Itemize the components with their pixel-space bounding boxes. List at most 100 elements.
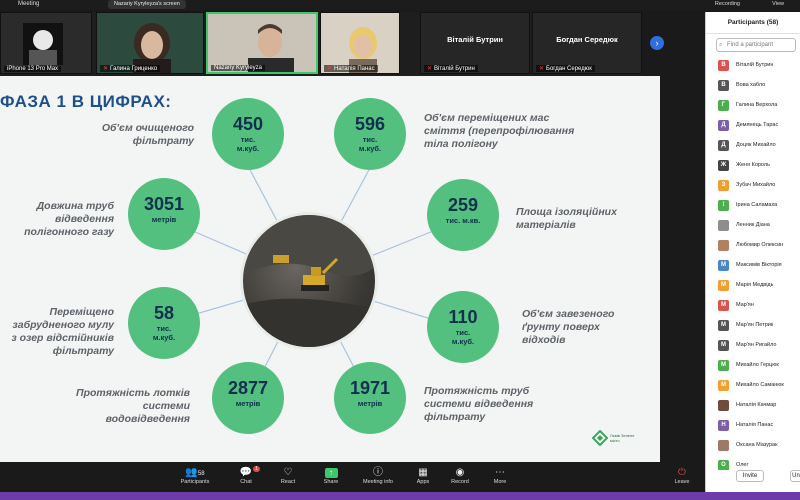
stat-label: Переміщено забрудненого мулу з озер відс… xyxy=(11,306,114,357)
muted-icon: ✕ xyxy=(427,66,433,72)
chat-label: Chat xyxy=(240,479,252,485)
stat-bubble: 450 тис. м.куб. xyxy=(212,98,284,170)
participant-list: В Віталій Бутрин В Вова хабло Г Галина Верхол… xyxy=(706,56,800,476)
participant-row[interactable]: М Марія Медвідь xyxy=(706,276,800,296)
participant-row[interactable]: Ленник Діана xyxy=(706,216,800,236)
participant-row[interactable]: М Михайло Саманюк xyxy=(706,376,800,396)
stat-value: 450 xyxy=(232,114,264,134)
record-icon: ◉ xyxy=(455,467,465,478)
participant-name: Віталій Бутрин xyxy=(736,62,774,68)
participant-name: iPhone 13 Pro Max xyxy=(4,66,62,72)
participant-row[interactable]: Д Доцяк Михайло xyxy=(706,136,800,156)
avatar: З xyxy=(718,180,729,191)
apps-icon: ▦ xyxy=(418,467,428,478)
participants-count: 58 xyxy=(197,471,205,477)
view-button[interactable]: View xyxy=(772,1,784,7)
participant-row[interactable]: Любомир Олексин xyxy=(706,236,800,256)
stat-value: 58 xyxy=(153,303,175,323)
participant-name: Доцяк Михайло xyxy=(736,142,776,148)
participant-row[interactable]: Ж Женя Король xyxy=(706,156,800,176)
participant-name: Мар'ян Петрик xyxy=(736,322,774,328)
avatar: М xyxy=(718,320,729,331)
participant-row[interactable]: Г Галина Верхола xyxy=(706,96,800,116)
stat-value: 3051 xyxy=(143,194,185,214)
video-tile[interactable]: ✕ Наталія Панас xyxy=(320,12,400,74)
participant-row[interactable]: Оксана Мазурак xyxy=(706,436,800,456)
more-icon: ⋯ xyxy=(495,467,505,478)
participant-row[interactable]: М Мар'ян Ригайло xyxy=(706,336,800,356)
participant-name: Nazariy Kyryleyza xyxy=(211,65,266,71)
avatar xyxy=(718,400,729,411)
record-button[interactable]: ◉ Record xyxy=(446,466,474,485)
logo-text: Львів Зелене місто xyxy=(610,433,635,443)
meeting-info-button[interactable]: ⓘ Meeting info xyxy=(358,466,398,485)
participant-row[interactable]: В Віталій Бутрин xyxy=(706,56,800,76)
participant-name: Максимів Вікторія xyxy=(736,262,782,268)
participants-button[interactable]: 👥58 Participants xyxy=(178,466,212,485)
leave-label: Leave xyxy=(674,479,690,485)
participant-row[interactable]: Н Наталія Панас xyxy=(706,416,800,436)
stat-bubble: 596 тис. м.куб. xyxy=(334,98,406,170)
participant-row[interactable]: М Михайло Герцюк xyxy=(706,356,800,376)
next-page-button[interactable]: › xyxy=(650,36,664,50)
participant-name: Михайло Герцюк xyxy=(736,362,779,368)
stat-value: 110 xyxy=(448,307,478,327)
avatar: В xyxy=(718,60,729,71)
video-tile[interactable]: Віталій Бутрин ✕ Віталій Бутрин xyxy=(420,12,530,74)
video-tile[interactable]: iPhone 13 Pro Max xyxy=(0,12,92,74)
invite-button[interactable]: Invite xyxy=(736,470,764,482)
participant-name: Ленник Діана xyxy=(736,222,770,228)
participant-name: Галина Верхола xyxy=(736,102,778,108)
unmute-all-button[interactable]: Un xyxy=(790,470,800,482)
more-label: More xyxy=(493,479,507,485)
participant-name: Вова хабло xyxy=(736,82,766,88)
participant-row[interactable]: З Зубач Михайло xyxy=(706,176,800,196)
share-screen-icon: ↑ xyxy=(324,468,338,478)
record-label: Record xyxy=(451,479,469,485)
react-button[interactable]: ♡ React xyxy=(276,466,300,485)
stat-label: Площа ізоляційних матеріалів xyxy=(516,206,617,231)
participant-row[interactable]: В Вова хабло xyxy=(706,76,800,96)
panel-header: Participants (58) xyxy=(706,12,800,34)
window-titlebar: Meeting Nazariy Kyryleyza's screen Recor… xyxy=(0,0,800,10)
apps-button[interactable]: ▦ Apps xyxy=(410,466,436,485)
participant-display-name: Богдан Середюк xyxy=(556,35,618,44)
participant-name: Оксана Мазурак xyxy=(736,442,778,448)
window-title: Meeting xyxy=(18,1,40,7)
share-button[interactable]: ↑ Share xyxy=(318,466,344,485)
participant-row[interactable]: Наталія Качмар xyxy=(706,396,800,416)
participant-name: Ірина Саламаха xyxy=(736,202,778,208)
chat-button[interactable]: 💬 1 Chat xyxy=(234,466,260,485)
video-tile[interactable]: Богдан Середюк ✕ Богдан Середюк xyxy=(532,12,642,74)
stat-unit: м.куб. xyxy=(451,337,475,346)
participant-row[interactable]: М Мар'ян xyxy=(706,296,800,316)
stat-bubble: 110 тис. м.куб. xyxy=(427,291,499,363)
stat-unit: м.куб. xyxy=(358,144,382,153)
panel-footer: Invite Un xyxy=(706,470,800,484)
excavator-image xyxy=(243,215,375,347)
stat-value: 596 xyxy=(354,114,386,134)
participant-row[interactable]: М Мар'ян Петрик xyxy=(706,316,800,336)
participant-row[interactable]: Д Демянець Тарас xyxy=(706,116,800,136)
participant-name: Женя Король xyxy=(736,162,770,168)
avatar: В xyxy=(718,80,729,91)
muted-icon: ✕ xyxy=(103,66,109,72)
more-button[interactable]: ⋯ More xyxy=(488,466,512,485)
video-tile[interactable]: ✕ Галина Гриценко xyxy=(96,12,204,74)
screen-share-indicator[interactable]: Nazariy Kyryleyza's screen xyxy=(108,0,186,9)
stat-unit: тис. xyxy=(156,324,172,333)
leave-button[interactable]: ⏻ Leave xyxy=(670,466,694,485)
avatar: М xyxy=(718,340,729,351)
chevron-right-icon: › xyxy=(655,38,659,48)
participant-search-input[interactable]: Find a participant xyxy=(716,38,796,52)
video-tile-active-speaker[interactable]: Nazariy Kyryleyza xyxy=(206,12,318,74)
participant-row[interactable]: М Максимів Вікторія xyxy=(706,256,800,276)
participant-row[interactable]: І Ірина Саламаха xyxy=(706,196,800,216)
leave-icon: ⏻ xyxy=(678,467,686,478)
avatar: М xyxy=(718,280,729,291)
stat-value: 1971 xyxy=(349,378,391,398)
stat-unit: метрів xyxy=(357,399,383,408)
stat-unit: тис. xyxy=(455,328,471,337)
stat-unit: м.куб. xyxy=(152,333,176,342)
stat-label: Об'єм переміщених мас сміття (перепрофіл… xyxy=(424,112,575,150)
